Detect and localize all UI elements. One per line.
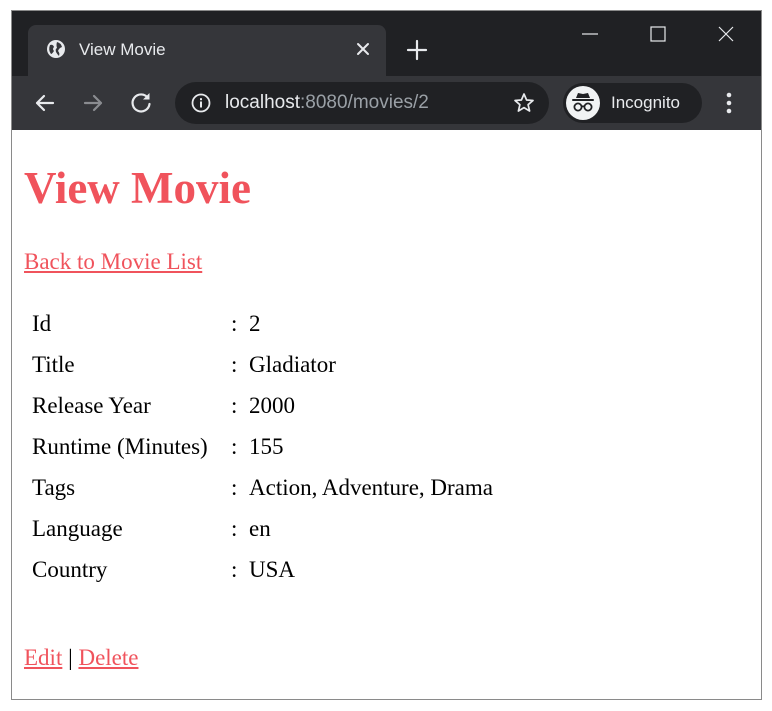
maximize-button[interactable]	[625, 11, 693, 57]
minimize-button[interactable]	[557, 11, 625, 57]
movie-details-table: Id:2 Title: Gladiator Release Year:2000 Runt…	[29, 302, 496, 591]
edit-link[interactable]: Edit	[24, 645, 62, 670]
maximize-icon	[650, 26, 666, 42]
kebab-menu-icon[interactable]	[720, 90, 738, 116]
minimize-icon	[582, 33, 598, 35]
url-path: :8080/movies/2	[300, 92, 429, 113]
detail-row: Title: Gladiator	[31, 345, 494, 384]
detail-label: Tags	[32, 475, 76, 500]
detail-value: Action, Adventure, Drama	[249, 475, 493, 500]
detail-value: 2	[249, 311, 261, 336]
back-to-movie-list-link[interactable]: Back to Movie List	[24, 248, 202, 276]
url-text[interactable]: localhost:8080/movies/2	[225, 92, 429, 114]
detail-value: 2000	[249, 393, 295, 418]
detail-value: Gladiator	[249, 352, 336, 377]
star-icon[interactable]	[513, 92, 535, 114]
forward-button[interactable]	[79, 89, 107, 117]
back-button[interactable]	[31, 89, 59, 117]
browser-window: View Movie localhost:8080/movies/2 Incog…	[11, 10, 762, 700]
page-title: View Movie	[24, 163, 251, 213]
arrow-right-icon	[83, 94, 103, 112]
detail-label: Country	[32, 557, 108, 582]
close-icon[interactable]	[354, 40, 372, 58]
detail-separator: :	[231, 516, 238, 541]
actions-row: Edit | Delete	[24, 644, 138, 672]
reload-button[interactable]	[127, 89, 155, 117]
detail-value: en	[249, 516, 271, 541]
detail-row: Runtime (Minutes):155	[31, 427, 494, 466]
incognito-profile-button[interactable]: Incognito	[563, 83, 702, 123]
detail-row: Id:2	[31, 304, 494, 343]
detail-separator: :	[231, 557, 238, 582]
page-content: View Movie Back to Movie List Id:2 Title:…	[12, 130, 761, 699]
detail-separator: :	[231, 352, 238, 377]
tab-title: View Movie	[79, 40, 166, 59]
detail-label: Release Year	[32, 393, 151, 418]
detail-row: Country: USA	[31, 550, 494, 589]
delete-link[interactable]: Delete	[78, 645, 138, 670]
plus-icon[interactable]	[406, 39, 428, 61]
movie-details-body: Id:2 Title: Gladiator Release Year:2000 Runt…	[31, 304, 494, 589]
address-bar[interactable]: localhost:8080/movies/2	[175, 82, 549, 124]
detail-row: Language: en	[31, 509, 494, 548]
detail-row: Tags: Action, Adventure, Drama	[31, 468, 494, 507]
detail-row: Release Year:2000	[31, 386, 494, 425]
globe-icon	[46, 39, 66, 59]
tab-strip: View Movie	[12, 11, 761, 76]
detail-separator: :	[231, 434, 238, 459]
reload-icon	[131, 93, 151, 113]
url-host: localhost	[225, 92, 300, 113]
profile-label: Incognito	[611, 93, 680, 112]
detail-label: Language	[32, 516, 123, 541]
detail-label: Runtime (Minutes)	[32, 434, 208, 459]
actions-divider: |	[68, 645, 73, 670]
detail-separator: :	[231, 311, 238, 336]
detail-value: 155	[249, 434, 284, 459]
close-icon	[718, 26, 734, 42]
browser-toolbar: localhost:8080/movies/2 Incognito	[12, 76, 761, 130]
info-icon[interactable]	[191, 93, 211, 113]
detail-separator: :	[231, 475, 238, 500]
tab-view-movie[interactable]: View Movie	[28, 25, 386, 76]
detail-label: Title	[32, 352, 75, 377]
detail-label: Id	[32, 311, 52, 336]
window-close-button[interactable]	[693, 11, 761, 57]
detail-value: USA	[249, 557, 296, 582]
incognito-icon	[566, 86, 600, 120]
arrow-left-icon	[35, 94, 55, 112]
detail-separator: :	[231, 393, 238, 418]
